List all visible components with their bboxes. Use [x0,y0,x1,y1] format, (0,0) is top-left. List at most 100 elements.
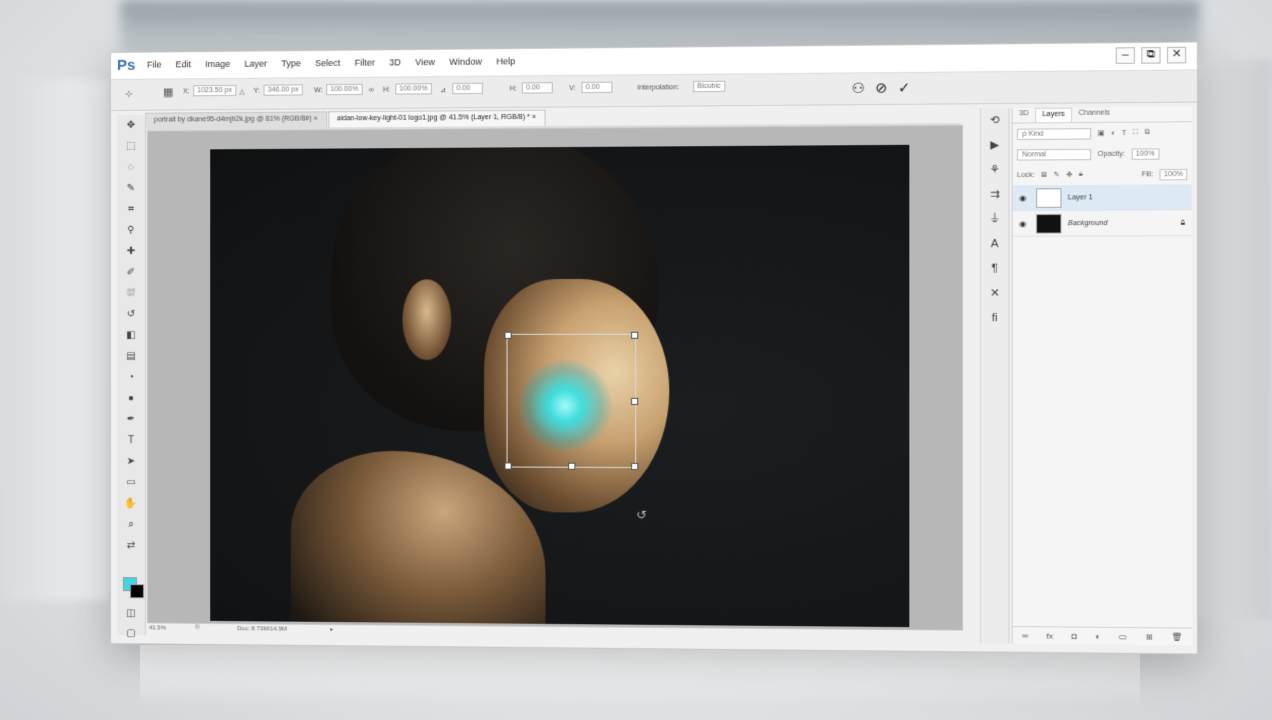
menu-image[interactable]: Image [205,59,230,69]
vskew-field[interactable]: 0.00 [581,81,613,94]
pen-tool-icon[interactable]: ✒ [117,409,145,430]
marquee-tool-icon[interactable]: ⬚ [117,136,145,157]
export-icon[interactable]: ⎘ [195,625,200,632]
filter-smart-icon[interactable]: ⧉ [1145,129,1150,137]
dodge-tool-icon[interactable]: ● [117,388,145,409]
eraser-tool-icon[interactable]: ◧ [117,325,145,346]
tool-presets-icon[interactable]: ⏚ [981,207,1008,232]
delete-layer-icon[interactable]: 🗑︎ [1171,632,1182,641]
quick-mask-icon[interactable]: ◫ [117,603,145,624]
h-field[interactable]: 100.00% [395,83,432,95]
minimize-button[interactable]: – [1115,47,1135,64]
type-tool-icon[interactable]: T [117,430,145,451]
x-field[interactable]: 1023.50 px [193,84,237,97]
clone-stamp-tool-icon[interactable]: ⛆ [117,283,145,304]
menu-help[interactable]: Help [496,56,515,66]
hskew-field[interactable]: 0.00 [521,82,553,94]
transform-handle[interactable] [631,462,639,471]
menu-filter[interactable]: Filter [355,58,375,68]
link-layers-icon[interactable]: ∞ [1022,631,1028,640]
opacity-field[interactable]: 100% [1131,147,1160,160]
commit-transform-icon[interactable]: ✓ [898,79,910,97]
menu-3d[interactable]: 3D [389,57,401,67]
history-brush-tool-icon[interactable]: ↺ [117,304,145,325]
history-icon[interactable]: ⟲ [981,108,1008,133]
actions-icon[interactable]: ▶ [981,133,1008,158]
menu-layer[interactable]: Layer [244,59,267,69]
restore-button[interactable]: ⧉ [1141,46,1161,64]
move-tool-icon[interactable]: ⊹ [125,89,133,100]
transform-handle[interactable] [631,397,639,405]
tab-close-icon[interactable]: × [532,114,536,121]
lock-transparency-icon[interactable]: ⊠ [1041,171,1047,179]
character-icon[interactable]: A [981,232,1008,257]
swap-colors-icon[interactable]: ⇄ [117,535,145,556]
new-group-icon[interactable]: ▭ [1119,632,1127,641]
interpolation-select[interactable]: Bicubic [693,80,725,93]
filter-adjust-icon[interactable]: ◐ [1111,130,1116,137]
hand-tool-icon[interactable]: ✋ [117,493,145,514]
path-select-tool-icon[interactable]: ➤ [117,451,145,472]
quick-select-tool-icon[interactable]: ✎ [117,178,145,199]
w-field[interactable]: 100.00% [326,83,363,96]
warp-icon[interactable]: ⚇ [852,80,865,98]
healing-tool-icon[interactable]: ✚ [117,241,145,262]
fx-icon[interactable]: fx [1046,631,1053,640]
blur-tool-icon[interactable]: ◔ [117,367,145,388]
transform-handle[interactable] [568,462,576,470]
transform-handle[interactable] [504,331,512,339]
visibility-eye-icon[interactable]: ◉ [1019,219,1030,228]
menu-file[interactable]: File [147,60,162,70]
add-mask-icon[interactable]: ◘ [1072,631,1077,640]
y-field[interactable]: 346.00 px [263,84,303,96]
transform-bounding-box[interactable] [504,331,639,471]
canvas-area[interactable]: ↺ [146,124,964,631]
menu-select[interactable]: Select [315,58,340,68]
shape-tool-icon[interactable]: ▭ [117,472,145,493]
menu-edit[interactable]: Edit [176,59,192,69]
lock-pixels-icon[interactable]: ✎ [1054,171,1060,179]
tab-aidan[interactable]: aidan-low-key-light-01 logo1.jpg @ 41.5%… [327,109,546,128]
brush-presets-icon[interactable]: ⇉ [981,182,1008,207]
photo-canvas[interactable]: ↺ [210,144,910,628]
move-tool-icon[interactable]: ✥ [117,115,145,136]
clone-source-icon[interactable]: ⚘ [981,158,1008,183]
tab-layers[interactable]: Layers [1034,107,1073,123]
zoom-level[interactable]: 41.5% [149,625,166,631]
menu-view[interactable]: View [415,57,435,67]
adjustment-layer-icon[interactable]: ◐ [1095,631,1100,640]
crop-tool-icon[interactable]: ⌗ [117,199,145,220]
layer-row-background[interactable]: ◉ Background 🔒︎ [1012,210,1192,237]
menu-window[interactable]: Window [449,56,482,66]
filter-pixel-icon[interactable]: ▣ [1098,129,1105,137]
layer-kind-filter[interactable]: ρ Kind [1016,127,1092,140]
visibility-eye-icon[interactable]: ◉ [1019,193,1030,202]
zoom-tool-icon[interactable]: ⌕ [117,514,145,535]
eyedropper-tool-icon[interactable]: ⚲ [117,220,145,241]
lock-position-icon[interactable]: ✥ [1066,171,1072,179]
transform-handle[interactable] [504,462,512,470]
layer-row-layer1[interactable]: ◉ Layer 1 [1012,184,1192,212]
fill-field[interactable]: 100% [1159,168,1188,180]
blend-mode-select[interactable]: Normal [1016,148,1092,161]
tab-channels[interactable]: Channels [1072,107,1116,122]
close-button[interactable]: ✕ [1166,46,1187,64]
tab-portrait[interactable]: portrait by dkane95-d4mjh2k.jpg @ 81% (R… [144,111,327,129]
screen-mode-icon[interactable]: ▢ [117,623,145,644]
lock-all-icon[interactable]: 🔒︎ [1079,171,1083,179]
status-menu-icon[interactable]: ▸ [330,626,333,633]
transform-handle[interactable] [631,331,639,339]
filter-type-icon[interactable]: T [1122,129,1127,136]
cancel-transform-icon[interactable]: ⊘ [875,79,887,97]
paragraph-icon[interactable]: ¶ [981,256,1008,281]
adjustments-icon[interactable]: ✕ [981,281,1008,306]
filter-shape-icon[interactable]: ⛶ [1133,129,1138,137]
link-icon[interactable]: ∞ [369,87,374,94]
background-color-swatch[interactable] [129,584,144,599]
tab-3d[interactable]: 3D [1013,108,1035,123]
menu-type[interactable]: Type [281,58,301,68]
lasso-tool-icon[interactable]: ◌ [117,157,145,178]
tab-close-icon[interactable]: × [314,115,318,122]
reference-point-icon[interactable]: ▦ [163,85,173,98]
glyphs-icon[interactable]: ﬁ [981,306,1008,331]
